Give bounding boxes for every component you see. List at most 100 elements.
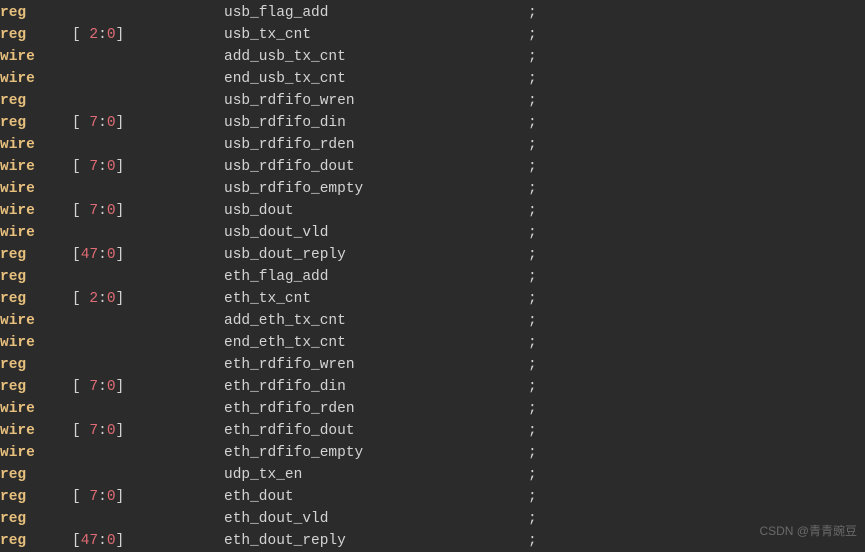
- identifier: usb_rdfifo_empty: [224, 181, 363, 197]
- identifier: usb_dout_reply: [224, 247, 346, 263]
- code-line: reg udp_tx_en;: [0, 464, 865, 486]
- code-line: wireeth_rdfifo_rden;: [0, 398, 865, 420]
- keyword-wire: wire: [0, 313, 35, 329]
- keyword-reg: reg: [0, 533, 26, 549]
- identifier: add_eth_tx_cnt: [224, 313, 346, 329]
- semicolon: ;: [528, 335, 537, 351]
- semicolon: ;: [528, 423, 537, 439]
- watermark-text: CSDN @青青豌豆: [759, 520, 857, 542]
- semicolon: ;: [528, 5, 537, 21]
- code-line: reg[ 2:0]usb_tx_cnt;: [0, 24, 865, 46]
- code-line: reg eth_flag_add;: [0, 266, 865, 288]
- code-line: reg eth_dout_vld;: [0, 508, 865, 530]
- keyword-wire: wire: [0, 181, 35, 197]
- code-line: reg[ 2:0]eth_tx_cnt;: [0, 288, 865, 310]
- identifier: usb_rdfifo_wren: [224, 93, 355, 109]
- code-line: reg eth_rdfifo_wren;: [0, 354, 865, 376]
- code-line: reg[ 7:0]eth_dout;: [0, 486, 865, 508]
- keyword-wire: wire: [0, 203, 35, 219]
- identifier: usb_dout: [224, 203, 294, 219]
- identifier: eth_dout_reply: [224, 533, 346, 549]
- code-line: wire end_eth_tx_cnt;: [0, 332, 865, 354]
- keyword-reg: reg: [0, 247, 26, 263]
- keyword-reg: reg: [0, 511, 26, 527]
- identifier: usb_rdfifo_din: [224, 115, 346, 131]
- keyword-reg: reg: [0, 115, 26, 131]
- code-line: reg usb_flag_add;: [0, 2, 865, 24]
- semicolon: ;: [528, 291, 537, 307]
- semicolon: ;: [528, 489, 537, 505]
- code-line: reg usb_rdfifo_wren;: [0, 90, 865, 112]
- keyword-wire: wire: [0, 225, 35, 241]
- identifier: eth_rdfifo_din: [224, 379, 346, 395]
- code-line: wire[ 7:0]usb_dout;: [0, 200, 865, 222]
- keyword-reg: reg: [0, 269, 26, 285]
- keyword-reg: reg: [0, 291, 26, 307]
- identifier: eth_flag_add: [224, 269, 328, 285]
- keyword-reg: reg: [0, 5, 26, 21]
- semicolon: ;: [528, 27, 537, 43]
- semicolon: ;: [528, 137, 537, 153]
- keyword-wire: wire: [0, 49, 35, 65]
- code-line: reg[47:0]eth_dout_reply;: [0, 530, 865, 552]
- code-line: wire[ 7:0]usb_rdfifo_dout;: [0, 156, 865, 178]
- identifier: end_usb_tx_cnt: [224, 71, 346, 87]
- keyword-wire: wire: [0, 71, 35, 87]
- keyword-reg: reg: [0, 379, 26, 395]
- code-line: reg[47:0]usb_dout_reply;: [0, 244, 865, 266]
- keyword-reg: reg: [0, 357, 26, 373]
- code-line: wire usb_dout_vld;: [0, 222, 865, 244]
- code-line: wire[ 7:0]eth_rdfifo_dout;: [0, 420, 865, 442]
- identifier: end_eth_tx_cnt: [224, 335, 346, 351]
- identifier: usb_flag_add: [224, 5, 328, 21]
- code-line: wire usb_rdfifo_rden;: [0, 134, 865, 156]
- semicolon: ;: [528, 445, 537, 461]
- keyword-reg: reg: [0, 467, 26, 483]
- semicolon: ;: [528, 93, 537, 109]
- code-line: reg[ 7:0]eth_rdfifo_din;: [0, 376, 865, 398]
- semicolon: ;: [528, 71, 537, 87]
- identifier: add_usb_tx_cnt: [224, 49, 346, 65]
- keyword-wire: wire: [0, 423, 35, 439]
- keyword-wire: wire: [0, 401, 35, 417]
- identifier: eth_dout: [224, 489, 294, 505]
- keyword-reg: reg: [0, 93, 26, 109]
- identifier: eth_dout_vld: [224, 511, 328, 527]
- keyword-wire: wire: [0, 335, 35, 351]
- semicolon: ;: [528, 247, 537, 263]
- semicolon: ;: [528, 357, 537, 373]
- semicolon: ;: [528, 269, 537, 285]
- identifier: eth_tx_cnt: [224, 291, 311, 307]
- identifier: eth_rdfifo_wren: [224, 357, 355, 373]
- identifier: eth_rdfifo_empty: [224, 445, 363, 461]
- code-line: reg[ 7:0]usb_rdfifo_din;: [0, 112, 865, 134]
- code-block: regusb_flag_add;reg[ 2:0]usb_tx_cnt;wire…: [0, 2, 865, 552]
- keyword-reg: reg: [0, 489, 26, 505]
- code-line: wire add_usb_tx_cnt;: [0, 46, 865, 68]
- code-line: wire end_usb_tx_cnt;: [0, 68, 865, 90]
- semicolon: ;: [528, 467, 537, 483]
- code-line: wire eth_rdfifo_empty;: [0, 442, 865, 464]
- semicolon: ;: [528, 181, 537, 197]
- semicolon: ;: [528, 203, 537, 219]
- semicolon: ;: [528, 313, 537, 329]
- semicolon: ;: [528, 115, 537, 131]
- keyword-wire: wire: [0, 445, 35, 461]
- semicolon: ;: [528, 225, 537, 241]
- semicolon: ;: [528, 511, 537, 527]
- identifier: usb_rdfifo_dout: [224, 159, 355, 175]
- semicolon: ;: [528, 533, 537, 549]
- code-line: wire add_eth_tx_cnt;: [0, 310, 865, 332]
- keyword-wire: wire: [0, 159, 35, 175]
- keyword-wire: wire: [0, 137, 35, 153]
- semicolon: ;: [528, 401, 537, 417]
- code-line: wire usb_rdfifo_empty;: [0, 178, 865, 200]
- semicolon: ;: [528, 49, 537, 65]
- identifier: eth_rdfifo_dout: [224, 423, 355, 439]
- semicolon: ;: [528, 379, 537, 395]
- keyword-reg: reg: [0, 27, 26, 43]
- identifier: usb_dout_vld: [224, 225, 328, 241]
- identifier: udp_tx_en: [224, 467, 302, 483]
- identifier: usb_tx_cnt: [224, 27, 311, 43]
- identifier: usb_rdfifo_rden: [224, 137, 355, 153]
